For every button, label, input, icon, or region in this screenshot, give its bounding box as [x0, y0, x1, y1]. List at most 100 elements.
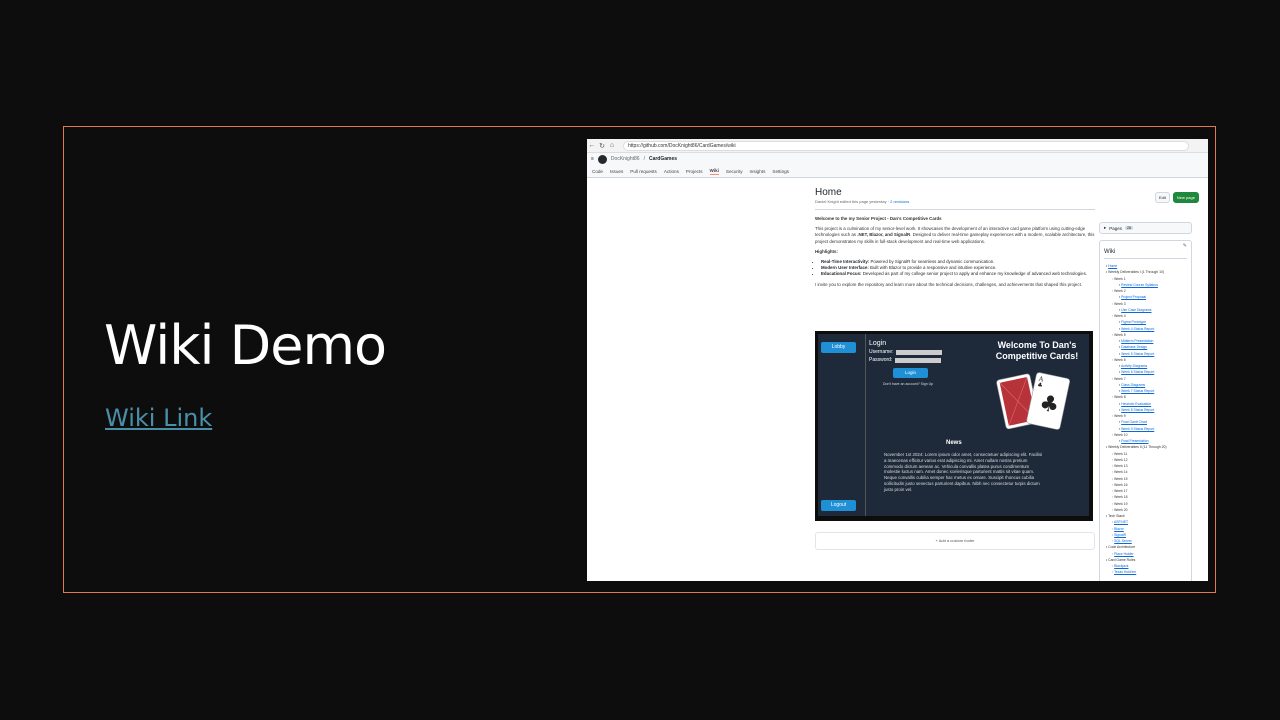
- toc-link[interactable]: Texas Hold'em: [1114, 570, 1136, 574]
- toc-link[interactable]: Midterm Presentation: [1121, 339, 1153, 343]
- pages-label: Pages: [1109, 225, 1123, 231]
- toc-link[interactable]: Review Course Syllabus: [1121, 283, 1158, 287]
- toc-link[interactable]: Heuristic Evaluation: [1121, 402, 1151, 406]
- toc-item[interactable]: ◦ Texas Hold'em: [1104, 569, 1187, 575]
- wiki-link[interactable]: Wiki Link: [105, 404, 212, 432]
- page-heading: Welcome to the my Senior Project - Dan's…: [815, 216, 942, 221]
- edit-button[interactable]: Edit: [1155, 192, 1170, 203]
- tab-projects[interactable]: Projects: [686, 169, 703, 174]
- wiki-main: Home Daniel Knight edited this page yest…: [815, 187, 1095, 292]
- toc-link[interactable]: Figma Prototype: [1121, 320, 1146, 324]
- tab-wiki[interactable]: Wiki: [709, 168, 719, 175]
- toc-link[interactable]: Use Case Diagrams: [1121, 308, 1151, 312]
- toc-link[interactable]: SQL Server: [1114, 539, 1132, 543]
- screenshot: ← ↻ ⌂ https://github.com/DocKnight86/Car…: [587, 139, 1208, 581]
- toc-link[interactable]: Database Design: [1121, 345, 1147, 349]
- toc-label: Week 1: [1114, 276, 1126, 281]
- toc-label: Card Game Rules: [1108, 557, 1136, 562]
- toc-label: Week 14: [1114, 470, 1128, 475]
- login-button[interactable]: Login: [893, 368, 928, 378]
- toc-link[interactable]: Week 8 Status Report: [1121, 408, 1154, 412]
- toc-link[interactable]: Class Diagrams: [1121, 383, 1145, 387]
- meta-text: Daniel Knight edited this page yesterday…: [815, 199, 890, 204]
- highlight-label: Educational Focus:: [821, 271, 862, 277]
- news-text: November 1st 2024: Lorem ipsum odor amet…: [884, 452, 1043, 492]
- toc-link[interactable]: Week 5 Status Report: [1121, 352, 1154, 356]
- tab-actions[interactable]: Actions: [664, 169, 679, 174]
- signup-link[interactable]: Don't have an account? Sign Up: [883, 382, 933, 386]
- slide-title: Wiki Demo: [104, 314, 387, 377]
- toc-link[interactable]: Week 6 Status Report: [1121, 370, 1154, 374]
- toc-label: Week 11: [1114, 451, 1128, 456]
- toc-link[interactable]: Home: [1108, 264, 1117, 268]
- pages-toggle[interactable]: ▸ Pages 28: [1099, 222, 1192, 234]
- app-screenshot: Lobby Logout Login Username: Password: L…: [815, 331, 1093, 521]
- toc-label: Weekly Deliverables I (1 Through 10): [1108, 270, 1164, 275]
- highlights-list: Real-Time Interactivity: Powered by Sign…: [821, 259, 1095, 278]
- toc-link[interactable]: Week 4 Status Report: [1121, 327, 1154, 331]
- tab-code[interactable]: Code: [592, 169, 603, 174]
- github-logo-icon[interactable]: [597, 154, 607, 164]
- login-title: Login: [869, 340, 887, 347]
- lobby-button[interactable]: Lobby: [821, 342, 856, 353]
- pencil-icon[interactable]: ✎: [1183, 243, 1187, 249]
- highlight-text: Powered by SignalR for seamless and dyna…: [869, 259, 995, 265]
- tab-insights[interactable]: Insights: [750, 169, 766, 174]
- toc-link[interactable]: ASP.NET: [1114, 520, 1128, 524]
- back-arrow-icon[interactable]: ←: [587, 142, 597, 149]
- wiki-sidebar: ▸ Pages 28 ✎ Wiki • Home • Weekly Deliver…: [1099, 222, 1192, 581]
- wiki-title: Wiki: [1104, 249, 1116, 255]
- tab-issues[interactable]: Issues: [610, 169, 623, 174]
- toc-label: Week 20: [1114, 507, 1128, 512]
- closing-paragraph: I invite you to explore the repository a…: [815, 281, 1083, 287]
- toc-label: Week 8: [1114, 395, 1126, 400]
- menu-icon[interactable]: ≡: [591, 156, 594, 162]
- toc-link[interactable]: Final Gantt Chart: [1121, 420, 1147, 424]
- toc-label: Tech Stack: [1108, 514, 1125, 518]
- password-row: Password:: [869, 357, 942, 363]
- toc-link[interactable]: Activity Diagrams: [1121, 364, 1147, 368]
- password-field[interactable]: [895, 357, 942, 363]
- toc-divider: [1104, 258, 1187, 259]
- logout-button[interactable]: Logout: [821, 500, 856, 511]
- toc-link[interactable]: Week 7 Status Report: [1121, 389, 1154, 393]
- repo-owner[interactable]: DocKnight86: [611, 156, 640, 162]
- username-row: Username:: [869, 349, 943, 355]
- toc-link[interactable]: Project Proposal: [1121, 295, 1146, 299]
- github-header: ≡ DocKnight86 / CardGames: [587, 153, 1208, 165]
- tab-security[interactable]: Security: [726, 169, 743, 174]
- welcome-heading: Welcome To Dan's Competitive Cards!: [995, 340, 1079, 361]
- highlight-item: Educational Focus: Developed as part of …: [821, 271, 1095, 277]
- address-bar[interactable]: https://github.com/DocKnight86/CardGames…: [623, 140, 1189, 151]
- page-actions: Edit New page: [1155, 192, 1199, 203]
- toc-label: Week 2: [1114, 289, 1126, 293]
- repo-name[interactable]: CardGames: [649, 156, 677, 162]
- toc-link[interactable]: Final Presentation: [1121, 439, 1148, 443]
- toc-link[interactable]: Place Holder: [1114, 552, 1133, 556]
- triangle-right-icon: ▸: [1104, 225, 1107, 230]
- tab-settings[interactable]: Settings: [772, 169, 789, 174]
- app-sidebar: Lobby Logout: [818, 334, 866, 516]
- toc-link[interactable]: Blazor: [1114, 527, 1124, 531]
- toc-label: Week 12: [1114, 457, 1128, 462]
- toc-label: Week 9: [1114, 414, 1126, 418]
- highlights-label: Highlights:: [815, 248, 838, 254]
- toc-label: Week 17: [1114, 489, 1128, 493]
- toc-label: Week 15: [1114, 476, 1128, 481]
- toc-link[interactable]: Week 9 Status Report: [1121, 427, 1154, 431]
- new-page-button[interactable]: New page: [1172, 192, 1199, 203]
- toc-link[interactable]: Blackjack: [1114, 564, 1128, 568]
- app-window: Lobby Logout Login Username: Password: L…: [818, 334, 1089, 516]
- add-footer-button[interactable]: + Add a custom footer: [815, 532, 1095, 550]
- toc-link[interactable]: SignalR: [1114, 533, 1126, 537]
- reload-icon[interactable]: ↻: [597, 142, 607, 150]
- toc-label: Week 6: [1114, 357, 1126, 362]
- home-icon[interactable]: ⌂: [607, 142, 617, 149]
- highlight-label: Modern User Interface:: [821, 265, 869, 271]
- repo-separator: /: [643, 156, 645, 162]
- login-form: Login Username: Password:: [869, 340, 943, 363]
- toc-label: Week 5: [1114, 332, 1126, 337]
- tab-pull-requests[interactable]: Pull requests: [630, 169, 657, 174]
- username-field[interactable]: [896, 349, 943, 355]
- revisions-link[interactable]: 2 revisions: [890, 199, 909, 204]
